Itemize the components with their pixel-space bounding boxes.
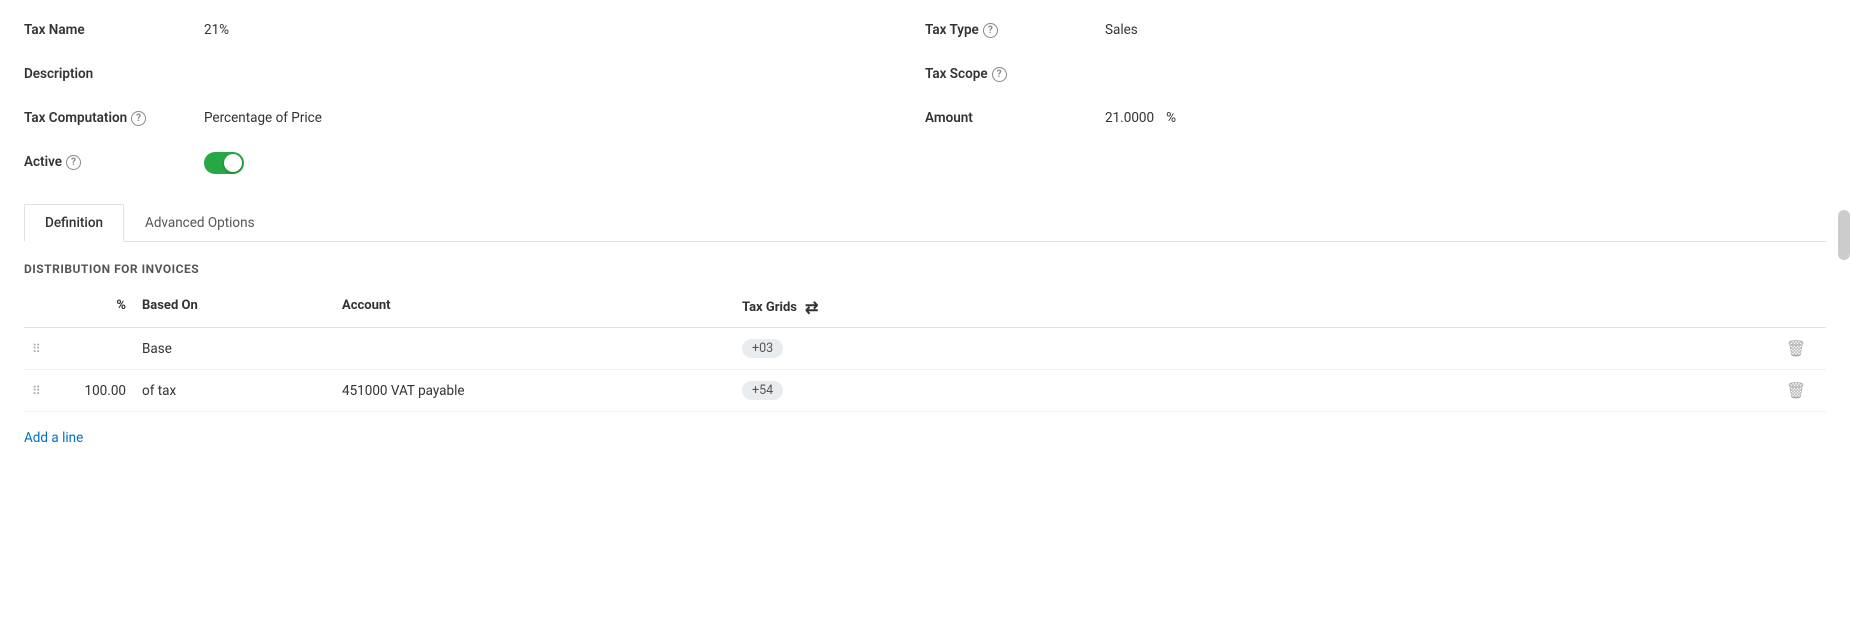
tax-name-label: Tax Name <box>24 16 204 38</box>
row2-tax-grids[interactable]: +54 <box>734 373 1766 408</box>
distribution-section: DISTRIBUTION FOR INVOICES % Based On Acc… <box>0 242 1850 484</box>
col-drag <box>24 294 54 321</box>
tax-grid-badge-1: +03 <box>742 339 783 358</box>
add-line-container: Add a line <box>24 412 1826 464</box>
tax-computation-help-icon[interactable]: ? <box>131 111 146 126</box>
row1-tax-grids[interactable]: +03 <box>734 331 1766 366</box>
amount-row: Amount 21.0000 % <box>925 104 1826 140</box>
scrollbar[interactable] <box>1838 210 1850 260</box>
active-help-icon[interactable]: ? <box>66 155 81 170</box>
amount-value-wrapper: 21.0000 % <box>1105 104 1826 126</box>
tab-advanced-options[interactable]: Advanced Options <box>124 204 276 242</box>
tax-computation-label: Tax Computation ? <box>24 104 204 126</box>
row2-percent[interactable]: 100.00 <box>54 375 134 407</box>
table-row: ⠿ 100.00 of tax 451000 VAT payable +54 🗑 <box>24 370 1826 412</box>
delete-icon-2[interactable]: 🗑 <box>1774 381 1818 400</box>
description-value[interactable] <box>204 60 925 66</box>
table-row: ⠿ Base +03 🗑 <box>24 328 1826 370</box>
tabs-container: Definition Advanced Options <box>24 204 1826 242</box>
row2-account[interactable]: 451000 VAT payable <box>334 375 734 407</box>
toggle-thumb <box>224 154 242 172</box>
drag-handle-2[interactable]: ⠿ <box>24 376 54 406</box>
col-actions <box>1766 294 1826 321</box>
amount-unit: % <box>1166 110 1176 126</box>
toggle-track <box>204 152 244 174</box>
tax-computation-row: Tax Computation ? Percentage of Price <box>24 104 925 140</box>
amount-row-inner: 21.0000 % <box>1105 110 1826 126</box>
table-header: % Based On Account Tax Grids ⇄ <box>24 288 1826 328</box>
left-column: Tax Name 21% Description Tax Computation <box>24 16 925 184</box>
form-grid: Tax Name 21% Description Tax Computation <box>24 16 1826 184</box>
tax-type-help-icon[interactable]: ? <box>983 23 998 38</box>
tax-computation-value[interactable]: Percentage of Price <box>204 104 925 126</box>
distribution-table: % Based On Account Tax Grids ⇄ ⠿ Base <box>24 288 1826 464</box>
description-label: Description <box>24 60 204 82</box>
amount-number[interactable]: 21.0000 <box>1105 110 1154 126</box>
row1-percent[interactable] <box>54 341 134 357</box>
filter-icon[interactable]: ⇄ <box>805 298 818 317</box>
amount-label: Amount <box>925 104 1105 126</box>
col-account: Account <box>334 294 734 321</box>
active-label: Active ? <box>24 148 204 170</box>
row2-based-on[interactable]: of tax <box>134 375 334 407</box>
right-column: Tax Type ? Sales Tax Scope ? <box>925 16 1826 184</box>
tax-grid-badge-2: +54 <box>742 381 783 400</box>
add-line-button[interactable]: Add a line <box>24 420 83 456</box>
distribution-title: DISTRIBUTION FOR INVOICES <box>24 262 1826 276</box>
delete-icon-1[interactable]: 🗑 <box>1774 339 1818 358</box>
row1-account[interactable] <box>334 341 734 357</box>
tax-form: Tax Name 21% Description Tax Computation <box>0 0 1850 242</box>
tax-scope-label: Tax Scope ? <box>925 60 1105 82</box>
active-row: Active ? <box>24 148 925 184</box>
col-percent: % <box>54 294 134 321</box>
tax-type-label: Tax Type ? <box>925 16 1105 38</box>
description-row: Description <box>24 60 925 96</box>
col-tax-grids: Tax Grids ⇄ <box>734 294 1766 321</box>
tax-name-row: Tax Name 21% <box>24 16 925 52</box>
tax-scope-help-icon[interactable]: ? <box>992 67 1007 82</box>
col-based-on: Based On <box>134 294 334 321</box>
row1-based-on[interactable]: Base <box>134 333 334 365</box>
tax-type-value[interactable]: Sales <box>1105 16 1826 38</box>
row1-delete[interactable]: 🗑 <box>1766 331 1826 366</box>
drag-handle-1[interactable]: ⠿ <box>24 334 54 364</box>
active-toggle[interactable] <box>204 152 244 174</box>
tax-scope-value[interactable] <box>1105 60 1826 66</box>
active-toggle-wrapper <box>204 148 244 178</box>
tax-type-row: Tax Type ? Sales <box>925 16 1826 52</box>
tab-definition[interactable]: Definition <box>24 204 124 242</box>
row2-delete[interactable]: 🗑 <box>1766 373 1826 408</box>
tax-scope-row: Tax Scope ? <box>925 60 1826 96</box>
tax-name-value[interactable]: 21% <box>204 16 925 38</box>
